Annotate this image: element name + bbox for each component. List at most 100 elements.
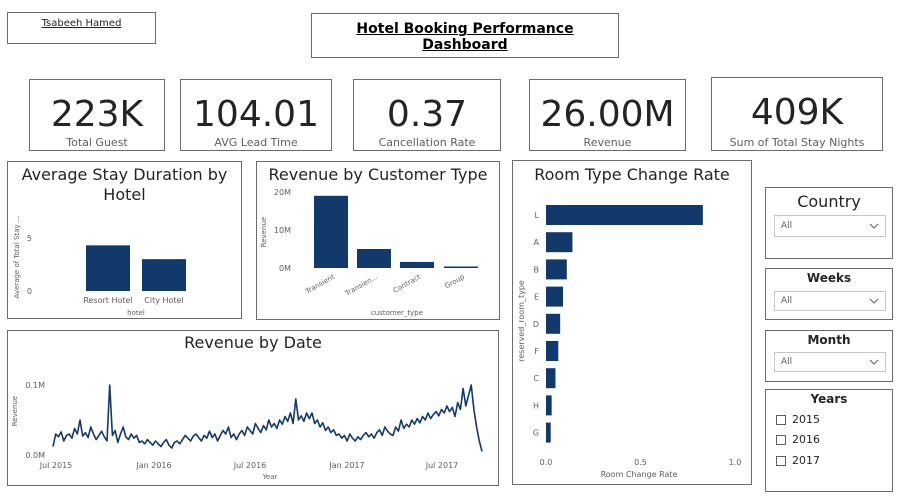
avg-stay-bar-chart: 0 5 Resort Hotel City Hotel hotel Average of …: [13, 215, 186, 317]
checkbox[interactable]: [776, 414, 786, 425]
bar: [546, 395, 552, 416]
y-tick-label: B: [534, 265, 540, 274]
author-name: Tsabeeh Hamed: [41, 18, 122, 29]
kpi-value: 104.01: [193, 94, 319, 135]
bar: [546, 286, 564, 307]
country-dropdown[interactable]: All: [774, 215, 886, 237]
y-tick-label: 0.0M: [25, 451, 45, 460]
kpi-card-total-guest: 223K Total Guest: [29, 79, 165, 151]
y-axis-label: Revenue: [11, 396, 19, 427]
bar: [546, 368, 556, 389]
kpi-label: Total Guest: [66, 136, 128, 149]
y-axis-label: reserved_room_type: [517, 280, 526, 362]
country-value: All: [781, 221, 793, 231]
month-value: All: [781, 357, 793, 367]
x-axis-label: Room Change Rate: [601, 470, 678, 479]
month-slicer-title: Month: [807, 333, 851, 347]
kpi-card-total-stay-nights: 409K Sum of Total Stay Nights: [711, 77, 883, 151]
bar: [546, 422, 551, 443]
x-tick-label: Jul 2016: [233, 461, 267, 470]
bar: [546, 341, 559, 361]
revenue-date-line-chart: 0.1M 0.0MJul 2015 Jan 2016 Jul 2016 Jan 2017…: [11, 381, 483, 481]
x-tick-label: Transient: [303, 273, 336, 297]
kpi-value: 0.37: [386, 94, 468, 135]
bar: [142, 259, 186, 291]
x-axis-label: customer_type: [371, 309, 423, 317]
y-axis-label: Average of Total Stay ...: [13, 215, 21, 298]
x-tick-label: Jan 2016: [135, 461, 171, 470]
kpi-card-avg-lead-time: 104.01 AVG Lead Time: [180, 79, 332, 151]
x-tick-label: Jul 2015: [39, 461, 73, 470]
bar: [546, 205, 703, 225]
kpi-label: Revenue: [583, 136, 632, 149]
years-slicer-title: Years: [810, 392, 848, 406]
year-label: 2017: [792, 454, 820, 467]
y-tick-label: D: [533, 320, 539, 329]
y-tick-label: 0: [27, 287, 32, 296]
title-box: Hotel Booking Performance Dashboard: [311, 13, 619, 58]
x-tick-label: 0.0: [540, 458, 553, 467]
year-label: 2015: [792, 413, 820, 426]
revenue-customer-bar-chart: 20M 10M 0M Transient Transien... Contract Grou…: [260, 188, 478, 317]
bar: [357, 249, 391, 268]
y-tick-label: C: [533, 374, 539, 383]
x-tick-label: Contract: [392, 273, 422, 295]
weeks-slicer-title: Weeks: [806, 271, 852, 285]
kpi-label: Sum of Total Stay Nights: [729, 136, 865, 149]
x-tick-label: Jul 2017: [425, 461, 459, 470]
room-change-bar-chart: L A B E D F C H G 0.0 0.5 1.0 Room Change Rate reserv…: [517, 205, 742, 479]
chevron-down-icon: [869, 359, 879, 365]
kpi-value: 223K: [50, 94, 144, 135]
bar: [400, 261, 434, 268]
kpi-label: Cancellation Rate: [378, 136, 476, 149]
country-slicer: Country All: [765, 187, 893, 259]
author-box: Tsabeeh Hamed: [7, 12, 156, 44]
y-tick-label: L: [535, 211, 540, 220]
weeks-dropdown[interactable]: All: [774, 291, 886, 311]
weeks-value: All: [781, 296, 793, 306]
x-tick-label: City Hotel: [144, 296, 183, 305]
x-axis-label: Year: [262, 473, 278, 481]
years-slicer: Years 2015 2016 2017: [765, 389, 893, 492]
y-axis-label: Revenue: [260, 217, 268, 248]
y-tick-label: 0.1M: [25, 381, 45, 390]
year-option-2016[interactable]: 2016: [776, 433, 820, 446]
year-option-2017[interactable]: 2017: [776, 454, 820, 467]
bar: [86, 245, 130, 291]
country-slicer-title: Country: [797, 192, 861, 211]
kpi-card-revenue: 26.00M Revenue: [529, 79, 686, 151]
y-tick-label: E: [534, 293, 539, 302]
y-tick-label: H: [533, 401, 539, 410]
y-tick-label: 5: [27, 234, 32, 243]
chart-revenue-customer-type: Revenue by Customer Type 20M 10M 0M Transie…: [256, 161, 500, 320]
x-tick-label: Resort Hotel: [83, 296, 132, 305]
y-tick-label: 10M: [274, 226, 291, 235]
x-tick-label: Jan 2017: [328, 461, 364, 470]
chart-revenue-date: Revenue by Date 0.1M 0.0M Jul 2015 Jan 2016…: [7, 330, 499, 486]
chart-avg-stay: Average Stay Duration by Hotel 0 5 Resort …: [7, 161, 242, 319]
y-tick-label: 0M: [279, 264, 291, 273]
chevron-down-icon: [869, 298, 879, 304]
page-title: Hotel Booking Performance Dashboard: [356, 21, 574, 53]
year-option-2015[interactable]: 2015: [776, 413, 820, 426]
chart-room-type-change: Room Type Change Rate L A B E D F C H G 0.0 0.5 1.0…: [512, 160, 752, 485]
bar: [546, 313, 561, 334]
bar: [546, 259, 567, 280]
x-tick-label: Group: [444, 273, 467, 291]
bar: [546, 232, 573, 253]
bar: [444, 266, 478, 268]
month-dropdown[interactable]: All: [774, 352, 886, 372]
line-series: [52, 384, 483, 452]
x-tick-label: 0.5: [634, 458, 647, 467]
kpi-value: 409K: [750, 92, 844, 133]
x-tick-label: 1.0: [729, 458, 742, 467]
kpi-card-cancellation-rate: 0.37 Cancellation Rate: [353, 79, 501, 151]
checkbox[interactable]: [776, 434, 786, 445]
bar: [314, 195, 348, 268]
kpi-label: AVG Lead Time: [214, 136, 298, 149]
chevron-down-icon: [869, 223, 879, 229]
y-tick-label: G: [533, 429, 539, 438]
y-tick-label: 20M: [274, 188, 291, 197]
checkbox[interactable]: [776, 455, 786, 466]
kpi-value: 26.00M: [540, 94, 675, 135]
